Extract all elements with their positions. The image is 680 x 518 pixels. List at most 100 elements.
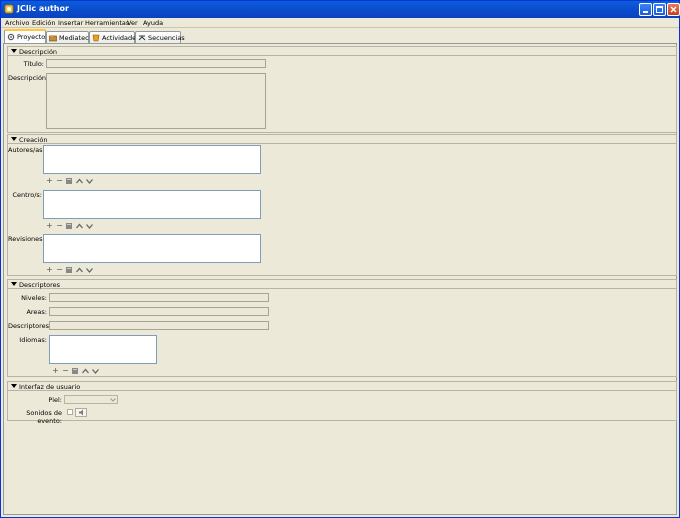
minimize-icon (643, 11, 648, 13)
section-header-creacion[interactable]: Creación (8, 135, 676, 144)
edit-button[interactable] (65, 177, 74, 185)
collapse-arrow-icon (11, 384, 17, 388)
sonidos-checkbox[interactable] (67, 409, 73, 415)
chevron-up-icon (76, 223, 83, 229)
titulo-label: Título: (23, 60, 44, 68)
tab-actividades[interactable]: Actividades (89, 31, 140, 43)
tab-mediateca[interactable]: Mediateca (46, 31, 93, 43)
sonidos-label: Sonidos de evento: (26, 409, 62, 425)
chevron-down-icon (86, 179, 93, 184)
autores-list[interactable] (43, 145, 261, 174)
centros-list[interactable] (43, 190, 261, 219)
menu-herramientas[interactable]: Herramientas (85, 19, 129, 27)
chevron-up-icon (76, 178, 83, 184)
tab-label: Mediateca (59, 34, 93, 42)
revisiones-list[interactable] (43, 234, 261, 263)
descripcion-label: Descripción: (8, 74, 49, 82)
edit-icon (72, 368, 78, 374)
centros-toolbar: + − (45, 222, 105, 230)
move-down-button[interactable] (85, 177, 94, 185)
section-title: Descriptores (19, 281, 61, 289)
chevron-down-icon (92, 369, 99, 374)
move-down-button[interactable] (85, 266, 94, 274)
chevron-down-icon (110, 398, 116, 402)
sequences-icon (138, 35, 146, 41)
edit-icon (66, 267, 72, 273)
idiomas-toolbar: + − (51, 367, 111, 375)
edit-button[interactable] (65, 266, 74, 274)
collapse-arrow-icon (11, 49, 17, 53)
title-bar[interactable]: JClic author (1, 1, 680, 18)
niveles-label: Niveles: (21, 294, 47, 302)
autores-toolbar: + − (45, 177, 105, 185)
descriptores-field[interactable] (49, 321, 269, 330)
maximize-button[interactable] (653, 3, 666, 16)
tab-proyecto[interactable]: Proyecto (4, 29, 46, 43)
move-down-button[interactable] (91, 367, 100, 375)
section-header-interfaz[interactable]: Interfaz de usuario (8, 382, 676, 391)
menu-archivo[interactable]: Archivo (5, 19, 29, 27)
chevron-down-icon (86, 268, 93, 273)
remove-button[interactable]: − (55, 177, 64, 185)
areas-label: Areas: (26, 308, 47, 316)
section-title: Interfaz de usuario (19, 383, 81, 391)
edit-icon (66, 178, 72, 184)
menu-ayuda[interactable]: Ayuda (143, 19, 163, 27)
areas-field[interactable] (49, 307, 269, 316)
sound-settings-button[interactable] (75, 408, 87, 417)
menu-edicion[interactable]: Edición (32, 19, 56, 27)
section-header-descripcion[interactable]: Descripción (8, 47, 676, 56)
tab-secuencias[interactable]: Secuencias (135, 31, 185, 43)
move-up-button[interactable] (81, 367, 90, 375)
menu-ver[interactable]: Ver (127, 19, 138, 27)
move-up-button[interactable] (75, 177, 84, 185)
section-descriptores: Descriptores Niveles: Areas: Descriptore… (7, 279, 677, 377)
add-button[interactable]: + (45, 222, 54, 230)
revisiones-label: Revisiones: (8, 235, 45, 243)
add-button[interactable]: + (51, 367, 60, 375)
edit-button[interactable] (71, 367, 80, 375)
descripcion-textarea[interactable] (46, 73, 266, 129)
gear-icon (7, 33, 15, 41)
speaker-icon (79, 409, 83, 416)
section-title: Creación (19, 136, 48, 144)
collapse-arrow-icon (11, 137, 17, 141)
titulo-field[interactable] (46, 59, 266, 68)
idiomas-label: Idiomas: (19, 336, 47, 344)
remove-button[interactable]: − (61, 367, 70, 375)
add-button[interactable]: + (45, 266, 54, 274)
window-title: JClic author (17, 4, 69, 13)
section-header-descriptores[interactable]: Descriptores (8, 280, 676, 289)
remove-button[interactable]: − (55, 222, 64, 230)
autores-label: Autores/as: (8, 146, 45, 154)
move-up-button[interactable] (75, 266, 84, 274)
chevron-down-icon (86, 224, 93, 229)
centros-label: Centro/s: (12, 191, 42, 199)
close-button[interactable] (667, 3, 680, 16)
idiomas-list[interactable] (49, 335, 157, 364)
piel-select[interactable] (64, 395, 118, 404)
descriptores-label: Descriptores: (8, 322, 52, 330)
activities-icon (92, 34, 100, 42)
move-down-button[interactable] (85, 222, 94, 230)
edit-icon (66, 223, 72, 229)
section-title: Descripción (19, 48, 58, 56)
project-panel: Descripción Título: Descripción: Creació… (3, 43, 677, 515)
tab-label: Actividades (102, 34, 140, 42)
tab-label: Secuencias (148, 34, 185, 42)
media-icon (49, 35, 57, 42)
menu-insertar[interactable]: Insertar (58, 19, 83, 27)
section-descripcion: Descripción Título: Descripción: (7, 46, 677, 133)
remove-button[interactable]: − (55, 266, 64, 274)
collapse-arrow-icon (11, 282, 17, 286)
chevron-up-icon (82, 368, 89, 374)
minimize-button[interactable] (639, 3, 652, 16)
move-up-button[interactable] (75, 222, 84, 230)
tab-label: Proyecto (17, 33, 46, 41)
chevron-up-icon (76, 267, 83, 273)
section-creacion: Creación Autores/as: + − Centro/s: + − R… (7, 134, 677, 276)
add-button[interactable]: + (45, 177, 54, 185)
app-window: JClic author Archivo Edición Insertar He… (0, 0, 680, 518)
edit-button[interactable] (65, 222, 74, 230)
niveles-field[interactable] (49, 293, 269, 302)
